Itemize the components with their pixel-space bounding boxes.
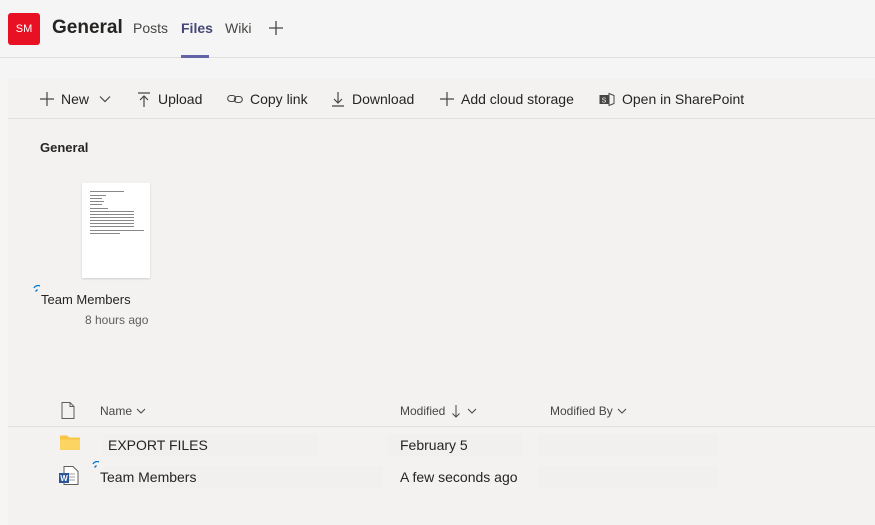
plus-icon[interactable] [268,20,284,36]
files-pane: New Upload Copy link Download Add cloud … [8,79,875,525]
download-label: Download [352,91,415,107]
add-cloud-storage-label: Add cloud storage [461,91,574,107]
add-cloud-storage-button[interactable]: Add cloud storage [440,79,574,119]
column-header-modified-by[interactable]: Modified By [550,404,627,418]
modified-by-redacted [538,466,718,488]
chevron-down-icon [468,408,477,414]
modified-date: February 5 [400,437,468,453]
tile-modified-time: 8 hours ago [85,313,149,327]
modified-date: A few seconds ago [400,469,518,485]
column-modified-label: Modified [400,404,446,418]
chevron-down-icon [617,408,627,414]
tile-file-name[interactable]: Team Members [41,292,131,307]
table-row[interactable]: EXPORT FILES February 5 [8,429,875,461]
column-header-modified[interactable]: Modified [400,404,477,418]
file-list-header: Name Modified Modified By [8,397,875,427]
column-header-name[interactable]: Name [100,404,146,418]
file-name[interactable]: Team Members [100,469,196,485]
active-tab-indicator [181,55,209,58]
channel-header: SM General Posts Files Wiki [0,0,875,58]
channel-title: General [52,17,123,38]
svg-text:S: S [602,97,607,104]
upload-button[interactable]: Upload [137,79,202,119]
command-bar: New Upload Copy link Download Add cloud … [8,79,875,119]
chevron-down-icon [136,408,146,414]
new-button[interactable]: New [40,79,111,119]
open-in-sharepoint-label: Open in SharePoint [622,91,745,107]
word-doc-icon: W [59,466,79,485]
tab-posts[interactable]: Posts [133,20,168,36]
section-title: General [40,140,89,155]
sharepoint-icon: S [599,92,615,106]
team-avatar[interactable]: SM [8,13,40,45]
plus-icon [440,92,454,106]
column-name-label: Name [100,404,133,418]
file-name[interactable]: EXPORT FILES [108,437,208,453]
chevron-down-icon [99,96,111,103]
download-arrow-icon [332,91,344,107]
copy-link-label: Copy link [250,91,308,107]
upload-label: Upload [158,91,203,107]
link-icon [227,94,243,104]
folder-icon [60,435,80,450]
upload-arrow-icon [138,91,150,107]
modified-by-redacted [538,434,718,456]
plus-icon [40,92,54,106]
sort-descending-icon [452,405,461,418]
file-thumbnail[interactable] [82,183,150,278]
new-label: New [61,91,90,107]
open-in-sharepoint-button[interactable]: S Open in SharePoint [599,79,744,119]
file-type-icon[interactable] [61,402,75,419]
tab-wiki[interactable]: Wiki [225,20,251,36]
tab-files[interactable]: Files [181,20,213,36]
table-row[interactable]: W Team Members A few seconds ago [8,461,875,493]
column-modified-by-label: Modified By [550,404,613,418]
download-button[interactable]: Download [331,79,414,119]
svg-text:W: W [60,474,68,483]
copy-link-button[interactable]: Copy link [227,79,308,119]
